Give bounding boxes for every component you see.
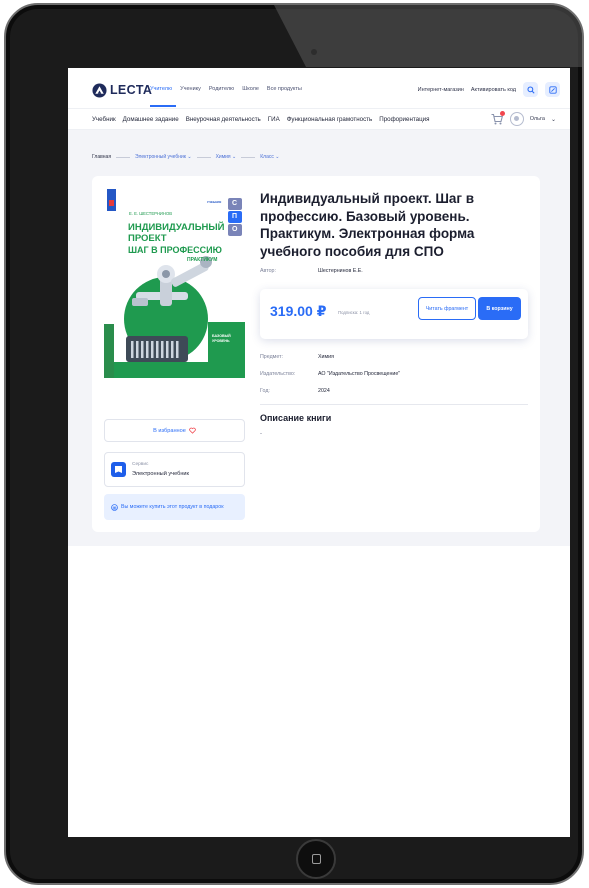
nav-item-literacy[interactable]: Функциональная грамотность (287, 116, 373, 123)
breadcrumb-home[interactable]: Главная (92, 154, 111, 160)
description-heading: Описание книги (260, 413, 332, 423)
top-bar: LECTA Учителю Ученику Родителю Школе Все… (68, 68, 570, 108)
detail-value: Химия (318, 354, 334, 360)
role-tab-student[interactable]: Ученику (180, 86, 201, 92)
lecta-logo[interactable]: LECTA (92, 82, 152, 98)
cover-spo-letter-2: П (232, 213, 238, 220)
nav-item-extracurricular[interactable]: Внеурочная деятельность (186, 116, 261, 123)
author-label: Автор: (260, 268, 276, 274)
role-tab-teacher[interactable]: Учителю (150, 86, 172, 92)
role-tabs: Учителю Ученику Родителю Школе Все проду… (150, 86, 302, 92)
subscription-period: Подписка: 1 год (338, 310, 370, 315)
cover-spo-letter-1: С (232, 200, 238, 207)
breadcrumb-separator (196, 156, 211, 158)
logo-icon (92, 82, 107, 98)
cover-title-line-1: ИНДИВИДУАЛЬНЫЙ (128, 222, 225, 233)
role-tab-parent[interactable]: Родителю (209, 86, 234, 92)
book-cover[interactable]: УЧЕБНИК С П О Е. Е. ШЕСТЕРНИНОВ ИНДИВИДУ… (104, 186, 245, 378)
nav-item-homework[interactable]: Домашнее задание (123, 116, 179, 123)
service-caption: Сервис (132, 462, 149, 467)
cart-icon[interactable] (490, 111, 505, 126)
logo-text: LECTA (110, 83, 153, 97)
gift-text: Вы можете купить этот продукт в подарок (121, 504, 224, 510)
nav-item-textbook[interactable]: Учебник (92, 116, 116, 123)
category-nav: Учебник Домашнее задание Внеурочная деят… (68, 108, 570, 130)
detail-value: 2024 (318, 388, 330, 394)
heart-icon (189, 427, 196, 434)
breadcrumb: Главная Электронный учебник ⌄ Химия ⌄ Кл… (92, 154, 279, 160)
breadcrumb-separator (241, 156, 256, 158)
description-text: - (260, 431, 262, 437)
cover-title-line-3: ШАГ В ПРОФЕССИЮ (128, 245, 222, 255)
cover-spo-letter-3: О (232, 226, 238, 233)
cart-badge (499, 111, 505, 116)
ebook-service-icon (111, 462, 126, 477)
breadcrumb-subject[interactable]: Химия ⌄ (216, 154, 237, 160)
gift-icon (111, 503, 118, 511)
camera (311, 49, 317, 55)
detail-row-year: Год: 2024 (260, 388, 330, 394)
user-name[interactable]: Ольга (530, 116, 545, 122)
cover-level-badge: БАЗОВЫЙ УРОВЕНЬ (212, 334, 231, 343)
home-button[interactable] (296, 839, 336, 879)
breadcrumb-ebook[interactable]: Электронный учебник ⌄ (135, 154, 192, 160)
cover-author: Е. Е. ШЕСТЕРНИНОВ (129, 211, 173, 216)
favorite-label: В избранное (153, 427, 186, 434)
cover-title-line-2: ПРОЕКТ (128, 233, 167, 244)
active-tab-underline (150, 105, 176, 107)
author-row: Автор: Шестернинов Е.Е. (260, 268, 363, 274)
avatar[interactable] (509, 112, 524, 126)
gift-banner[interactable]: Вы можете купить этот продукт в подарок (104, 494, 245, 520)
role-tab-all-products[interactable]: Все продукты (267, 86, 302, 92)
breadcrumb-separator (116, 156, 131, 158)
detail-key: Издательство: (260, 371, 296, 377)
cover-series: УЧЕБНИК (207, 200, 222, 204)
screen: LECTA Учителю Ученику Родителю Школе Все… (68, 68, 570, 837)
favorite-button[interactable]: В избранное (104, 419, 245, 442)
edit-icon[interactable] (545, 82, 560, 97)
read-fragment-button[interactable]: Читать фрагмент (418, 297, 476, 320)
activate-code-link[interactable]: Активировать код (471, 87, 516, 93)
detail-key: Предмет: (260, 354, 283, 360)
search-icon[interactable] (523, 82, 538, 97)
service-name: Электронный учебник (132, 471, 190, 477)
chevron-down-icon[interactable]: ⌄ (551, 116, 556, 123)
shop-link[interactable]: Интернет-магазин (418, 87, 464, 93)
service-card[interactable]: Сервис Электронный учебник (104, 452, 245, 487)
divider (260, 404, 528, 405)
product-card: УЧЕБНИК С П О Е. Е. ШЕСТЕРНИНОВ ИНДИВИДУ… (92, 176, 540, 532)
price: 319.00 ₽ (270, 303, 327, 319)
cover-title-line-4: ПРАКТИКУМ (187, 257, 218, 263)
cover-illustration (104, 186, 245, 378)
author-value[interactable]: Шестернинов Е.Е. (318, 268, 363, 274)
detail-value: АО "Издательство Просвещение" (318, 371, 401, 377)
detail-row-subject: Предмет: Химия (260, 354, 334, 360)
breadcrumb-grade[interactable]: Класс ⌄ (260, 154, 279, 160)
detail-row-publisher: Издательство: АО "Издательство Просвещен… (260, 371, 400, 377)
detail-key: Год: (260, 388, 270, 394)
role-tab-school[interactable]: Школе (242, 86, 259, 92)
top-right-links: Интернет-магазин Активировать код (418, 82, 560, 97)
add-to-cart-button[interactable]: В корзину (478, 297, 521, 320)
purchase-box: 319.00 ₽ Подписка: 1 год Читать фрагмент… (260, 289, 528, 339)
product-title: Индивидуальный проект. Шаг в профессию. … (260, 191, 475, 259)
nav-item-career[interactable]: Профориентация (379, 116, 429, 123)
nav-item-gia[interactable]: ГИА (268, 116, 280, 123)
